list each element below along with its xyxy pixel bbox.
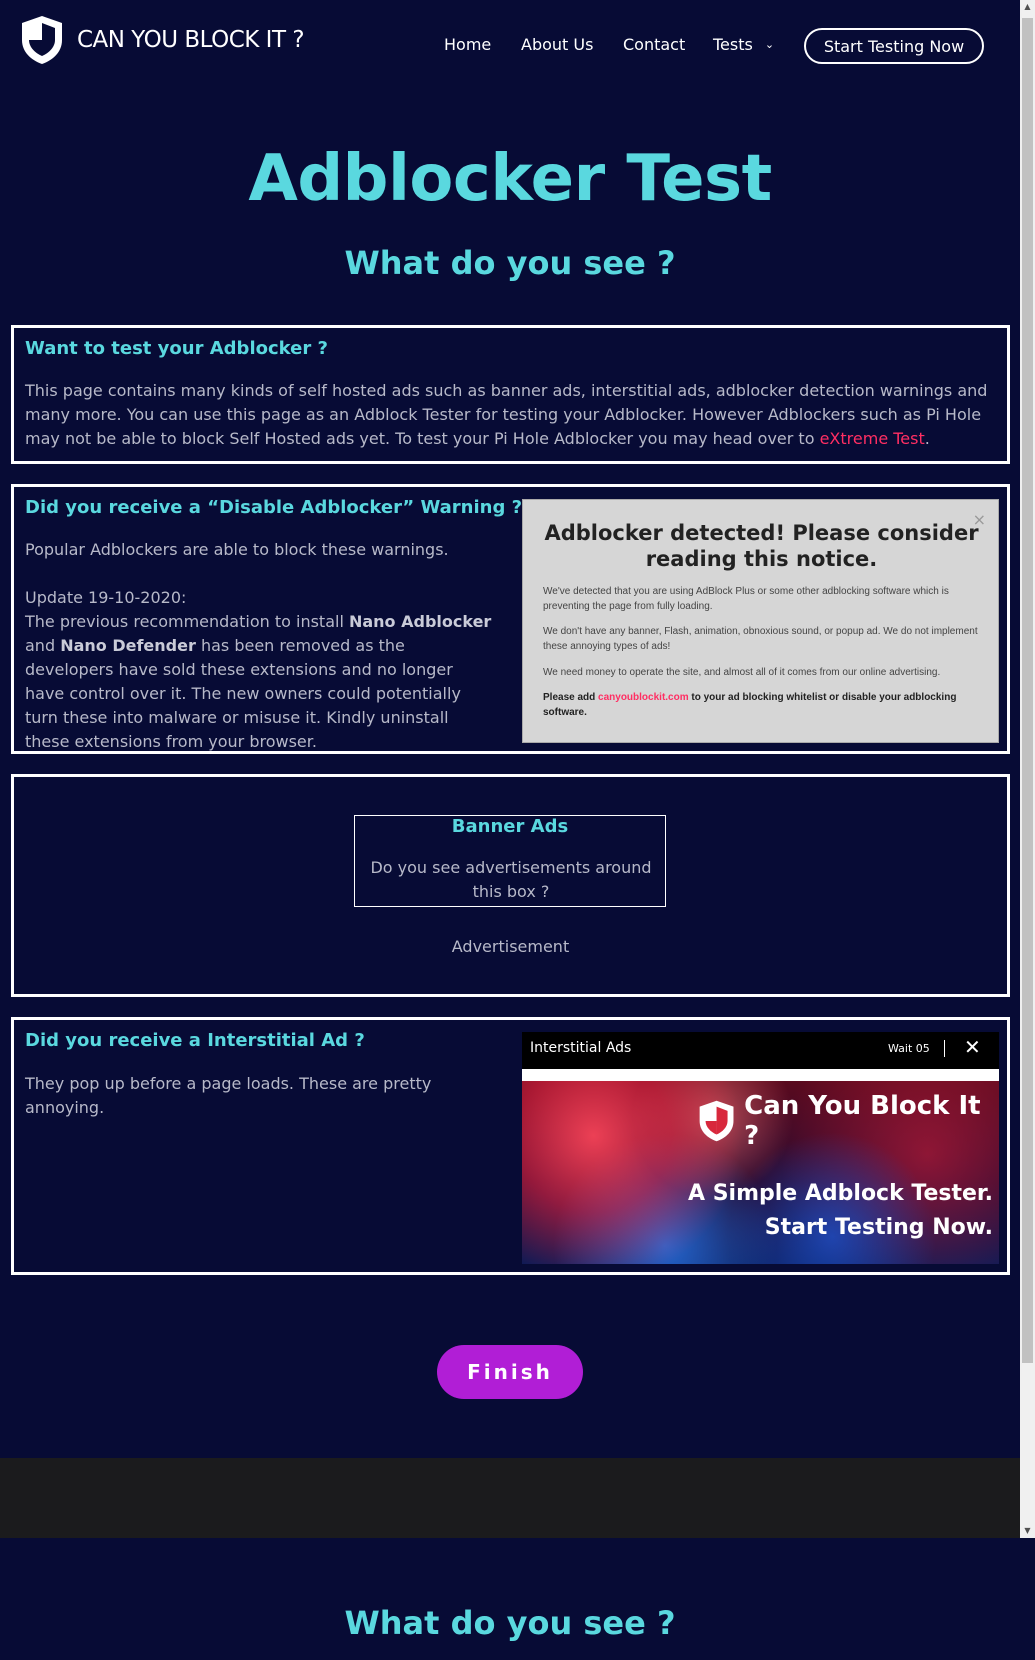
nano-defender-text: Nano Defender	[60, 636, 196, 655]
scroll-up-arrow-icon[interactable]: ▲	[1020, 0, 1035, 14]
nano-adblocker-text: Nano Adblocker	[348, 612, 492, 631]
page-title: Adblocker Test	[248, 142, 772, 216]
site-logo[interactable]: CAN YOU BLOCK IT ?	[19, 14, 305, 66]
finish-button[interactable]: Finish	[437, 1345, 583, 1399]
interstitial-divider	[522, 1069, 999, 1081]
wait-countdown: Wait 05	[888, 1042, 930, 1055]
update-text: The previous recommendation to install N…	[25, 610, 495, 754]
whitelist-link[interactable]: canyoublockit.com	[598, 692, 689, 703]
update-text-2: and	[25, 636, 61, 655]
notice-p1: We've detected that you are using AdBloc…	[543, 586, 949, 612]
section-text: This page contains many kinds of self ho…	[25, 379, 1005, 451]
site-header: CAN YOU BLOCK IT ? Home About Us Contact…	[0, 0, 1020, 86]
interstitial-brand: Can You Block It ?	[697, 1091, 999, 1151]
interstitial-tagline-1: A Simple Adblock Tester.	[688, 1181, 993, 1206]
nav-home[interactable]: Home	[444, 35, 491, 54]
interstitial-brand-text: Can You Block It ?	[744, 1091, 981, 1151]
section-title: Want to test your Adblocker ?	[25, 338, 328, 359]
shield-logo-icon	[22, 16, 62, 64]
banner-title: Banner Ads	[451, 816, 569, 837]
nav-tests-label: Tests	[713, 35, 753, 54]
interstitial-image[interactable]: Can You Block It ? A Simple Adblock Test…	[522, 1081, 999, 1264]
extreme-test-link[interactable]: eXtreme Test	[820, 429, 925, 448]
shield-logo-icon	[699, 1100, 734, 1142]
notice-title: Adblocker detected! Please consider read…	[544, 521, 979, 571]
nav-about-us[interactable]: About Us	[521, 35, 593, 54]
interstitial-ad: Interstitial Ads Wait 05 ✕ Can You Block…	[522, 1032, 999, 1264]
dark-overlay-band	[0, 1458, 1020, 1538]
banner-ads-box: Banner Ads Do you see advertisements aro…	[354, 815, 666, 907]
update-label: Update 19-10-2020:	[25, 588, 187, 607]
notice-p4: Please add canyoublockit.com to your ad …	[543, 690, 983, 720]
interstitial-bar: Interstitial Ads Wait 05 ✕	[522, 1032, 999, 1066]
nav-tests[interactable]: Tests ⌄	[713, 35, 774, 54]
page-scrollbar[interactable]: ▲ ▼	[1020, 0, 1035, 1538]
chevron-down-icon: ⌄	[764, 38, 775, 51]
notice-p2: We don't have any banner, Flash, animati…	[543, 626, 978, 652]
section-disable-adblocker-warning: Did you receive a “Disable Adblocker” Wa…	[11, 484, 1010, 754]
start-testing-button[interactable]: Start Testing Now	[804, 28, 984, 64]
nav-contact[interactable]: Contact	[623, 35, 685, 54]
section-test-adblocker: Want to test your Adblocker ? This page …	[11, 325, 1010, 464]
page-subtitle: What do you see ?	[344, 244, 676, 282]
banner-text: Do you see advertisements around this bo…	[370, 858, 652, 901]
notice-p3: We need money to operate the site, and a…	[543, 667, 941, 678]
interstitial-text: They pop up before a page loads. These a…	[25, 1074, 432, 1117]
warning-intro: Popular Adblockers are able to block the…	[25, 540, 449, 559]
adblock-notice: × Adblocker detected! Please consider re…	[522, 499, 999, 743]
page-subtitle-repeat: What do you see ?	[344, 1604, 676, 1642]
section-interstitial-ad: Did you receive a Interstitial Ad ? They…	[11, 1017, 1010, 1275]
scroll-thumb[interactable]	[1022, 18, 1033, 1363]
section-text-end: .	[924, 429, 930, 448]
bar-divider	[944, 1040, 945, 1057]
section-banner-ads: Banner Ads Do you see advertisements aro…	[11, 774, 1010, 997]
section-title: Did you receive a Interstitial Ad ?	[25, 1030, 365, 1051]
close-icon[interactable]: ✕	[964, 1035, 981, 1059]
advertisement-label: Advertisement	[451, 937, 570, 956]
interstitial-tagline-2: Start Testing Now.	[764, 1215, 993, 1240]
section-title: Did you receive a “Disable Adblocker” Wa…	[25, 497, 523, 518]
update-text-1: The previous recommendation to install	[25, 612, 349, 631]
scroll-down-arrow-icon[interactable]: ▼	[1020, 1524, 1035, 1538]
interstitial-bar-title: Interstitial Ads	[530, 1040, 632, 1056]
notice-p4-before: Please add	[543, 692, 599, 703]
logo-text: CAN YOU BLOCK IT ?	[77, 27, 305, 53]
